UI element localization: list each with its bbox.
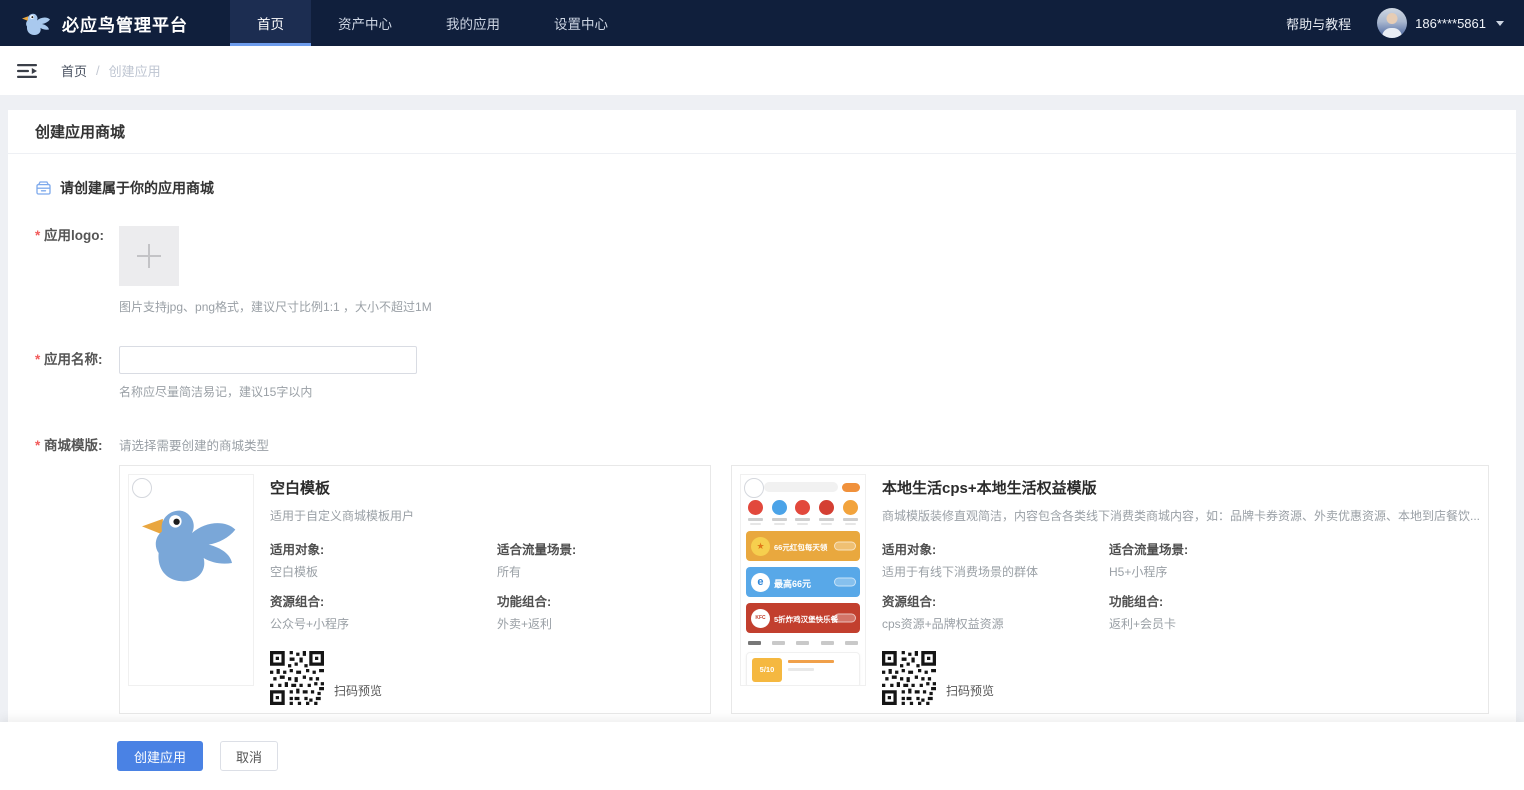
main-menu: 首页 资产中心 我的应用 设置中心	[230, 0, 635, 46]
radio-unchecked[interactable]	[132, 478, 152, 498]
attr-label: 适合流量场景:	[1109, 539, 1480, 558]
form-row-logo: 应用logo: 图片支持jpg、png格式，建议尺寸比例1:1 ，大小不超过1M	[35, 226, 1489, 315]
page-content: 创建应用商城 请创建属于你的应用商城 应用logo:	[0, 95, 1524, 790]
template-title: 空白模板	[270, 477, 702, 498]
name-label: 应用名称:	[35, 346, 119, 400]
form-row-name: 应用名称: 名称应尽量简洁易记，建议15字以内	[35, 346, 1489, 400]
mini-tab-row	[746, 641, 860, 645]
section-title-row: 请创建属于你的应用商城	[35, 178, 1489, 198]
mini-search-bar	[764, 482, 838, 492]
menu-fold-icon[interactable]	[17, 62, 39, 80]
template-attrs: 适用对象: 空白模板 适合流量场景: 所有 资源组合:	[270, 539, 702, 643]
caret-down-icon	[1496, 21, 1504, 26]
shop-box-icon	[35, 180, 52, 196]
template-card-local-life[interactable]: ★ 66元红包每天领 e 最高66元	[731, 465, 1489, 714]
attr-label: 资源组合:	[270, 591, 497, 610]
attr-value: 公众号+小程序	[270, 615, 497, 632]
attr-label: 适合流量场景:	[497, 539, 702, 558]
section-title: 请创建属于你的应用商城	[60, 178, 214, 198]
breadcrumb-bar: 首页 / 创建应用	[0, 46, 1524, 95]
bird-illustration	[142, 501, 242, 587]
template-desc: 适用于自定义商城模板用户	[270, 507, 702, 524]
user-menu[interactable]: 186****5861	[1377, 8, 1504, 38]
attr-value: 适用于有线下消费场景的群体	[882, 563, 1109, 580]
qr-label: 扫码预览	[334, 682, 382, 699]
qr-code	[882, 651, 936, 705]
mini-coupon-card: 5/10	[746, 652, 860, 687]
qr-code	[270, 651, 324, 705]
menu-item-settings[interactable]: 设置中心	[527, 0, 635, 46]
breadcrumb-separator: /	[96, 63, 100, 78]
attr-value: 所有	[497, 563, 702, 580]
name-hint: 名称应尽量简洁易记，建议15字以内	[119, 383, 417, 400]
bird-logo-icon	[22, 11, 52, 36]
template-hint: 请选择需要创建的商城类型	[119, 436, 1489, 456]
brand-title: 必应鸟管理平台	[62, 11, 188, 36]
app-name-input[interactable]	[119, 346, 417, 374]
menu-item-home[interactable]: 首页	[230, 0, 311, 46]
action-footer: 创建应用 取消	[0, 722, 1524, 790]
create-app-button[interactable]: 创建应用	[117, 741, 203, 771]
breadcrumb: 首页 / 创建应用	[61, 61, 161, 80]
plus-icon	[119, 226, 179, 286]
menu-item-my-apps[interactable]: 我的应用	[419, 0, 527, 46]
template-thumbnail	[128, 474, 254, 686]
mini-banner-eleme: e 最高66元	[746, 567, 860, 597]
template-desc: 商城模版装修直观简洁，内容包含各类线下消费类商城内容，如：品牌卡券资源、外卖优惠…	[882, 507, 1480, 524]
top-navbar: 必应鸟管理平台 首页 资产中心 我的应用 设置中心 帮助与教程 186****5…	[0, 0, 1524, 46]
attr-value: 返利+会员卡	[1109, 615, 1480, 632]
template-card-blank[interactable]: 空白模板 适用于自定义商城模板用户 适用对象: 空白模板 适合流量场景:	[119, 465, 711, 714]
template-attrs: 适用对象: 适用于有线下消费场景的群体 适合流量场景: H5+小程序 资源组合:	[882, 539, 1480, 643]
mini-banner-meituan: ★ 66元红包每天领	[746, 531, 860, 561]
navbar-right: 帮助与教程 186****5861	[1286, 0, 1524, 46]
mini-icon-row	[746, 500, 860, 525]
menu-item-assets[interactable]: 资产中心	[311, 0, 419, 46]
breadcrumb-home[interactable]: 首页	[61, 61, 87, 80]
template-title: 本地生活cps+本地生活权益模版	[882, 477, 1480, 498]
attr-label: 适用对象:	[270, 539, 497, 558]
logo-label: 应用logo:	[35, 226, 119, 315]
logo-upload-box[interactable]	[119, 226, 179, 286]
attr-label: 资源组合:	[882, 591, 1109, 610]
attr-label: 功能组合:	[1109, 591, 1480, 610]
user-avatar	[1377, 8, 1407, 38]
mini-search-button	[842, 483, 860, 492]
template-thumbnail: ★ 66元红包每天领 e 最高66元	[740, 474, 866, 686]
mini-app-preview: ★ 66元红包每天领 e 最高66元	[741, 475, 865, 685]
attr-value: 空白模板	[270, 563, 497, 580]
qr-label: 扫码预览	[946, 682, 994, 699]
create-app-panel: 创建应用商城 请创建属于你的应用商城 应用logo:	[8, 110, 1516, 790]
attr-label: 功能组合:	[497, 591, 702, 610]
panel-title: 创建应用商城	[8, 110, 1516, 154]
attr-value: cps资源+品牌权益资源	[882, 615, 1109, 632]
brand-logo[interactable]: 必应鸟管理平台	[0, 0, 206, 46]
help-link[interactable]: 帮助与教程	[1286, 14, 1351, 33]
mini-banner-kfc: KFC 5折炸鸡汉堡快乐餐	[746, 603, 860, 633]
breadcrumb-current: 创建应用	[109, 61, 161, 80]
radio-unchecked[interactable]	[744, 478, 764, 498]
attr-value: 外卖+返利	[497, 615, 702, 632]
logo-hint: 图片支持jpg、png格式，建议尺寸比例1:1 ，大小不超过1M	[119, 298, 432, 315]
attr-value: H5+小程序	[1109, 563, 1480, 580]
cancel-button[interactable]: 取消	[220, 741, 278, 771]
attr-label: 适用对象:	[882, 539, 1109, 558]
user-phone: 186****5861	[1415, 16, 1486, 31]
